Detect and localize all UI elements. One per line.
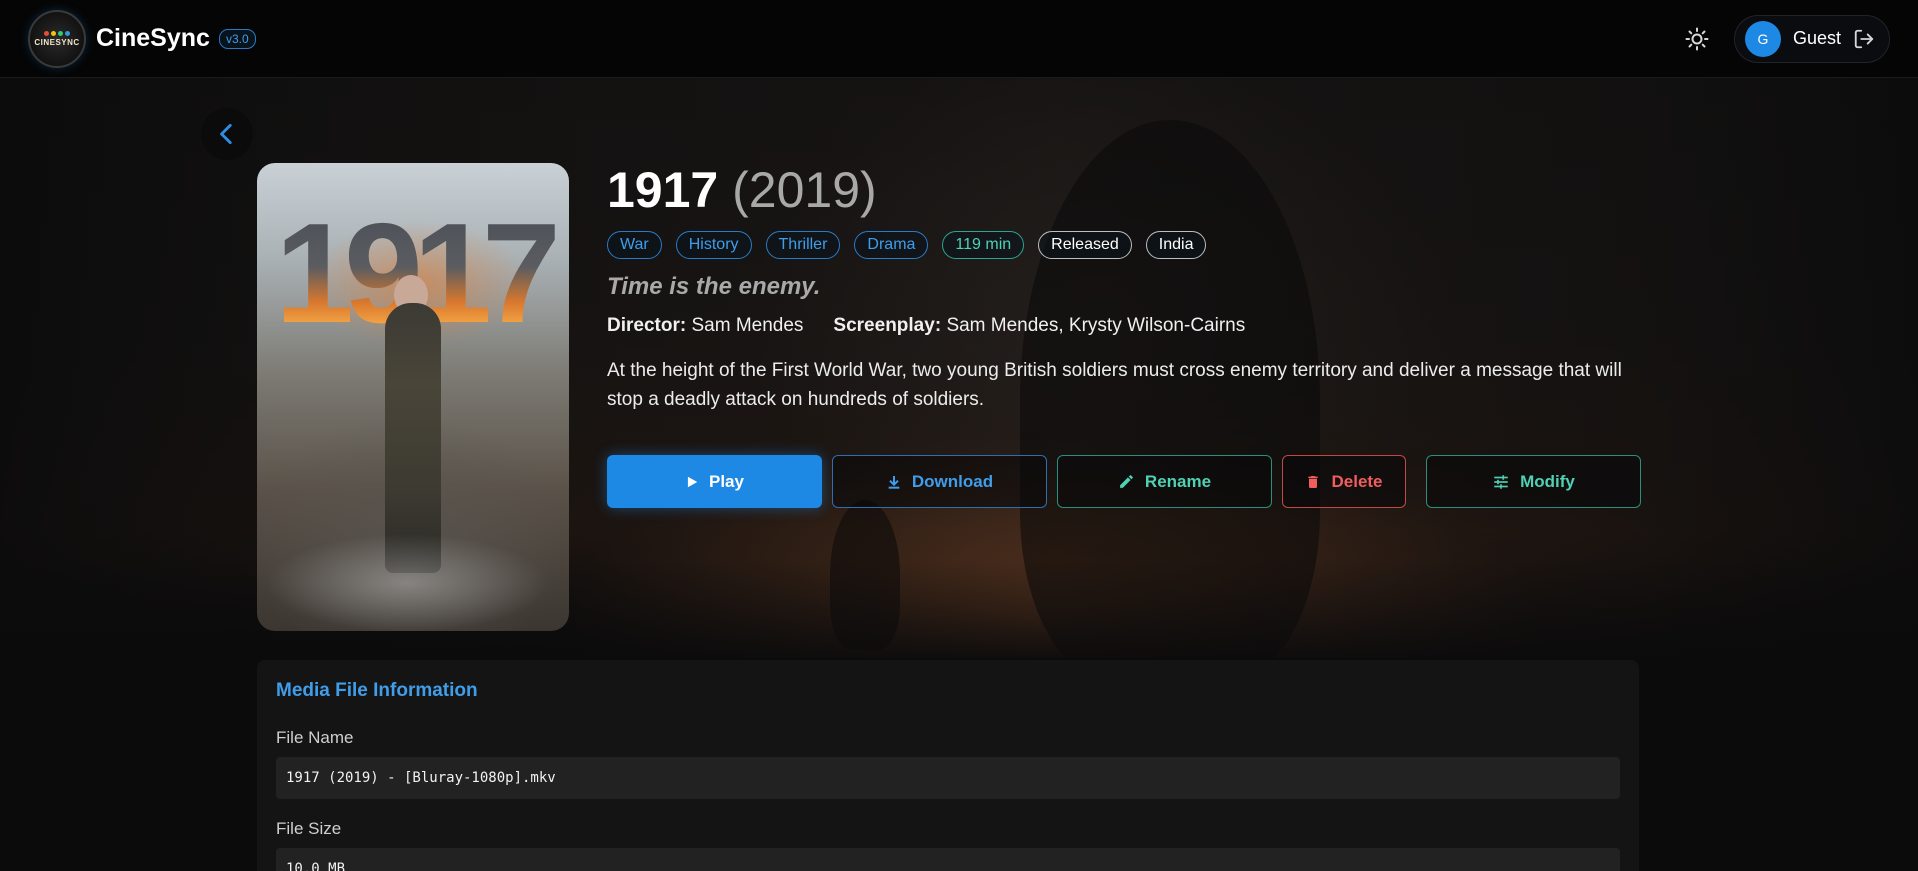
sun-icon (1685, 27, 1709, 50)
media-info-title: Media File Information (276, 680, 478, 701)
movie-tagline: Time is the enemy. (607, 273, 821, 300)
media-file-info-card: Media File Information File Name 1917 (2… (257, 660, 1639, 871)
pencil-icon (1120, 475, 1133, 488)
download-label: Download (911, 471, 994, 491)
genre-tag-history: History (675, 231, 752, 259)
screenplay-label: Screenplay: (833, 315, 942, 336)
user-menu[interactable]: G Guest (1733, 14, 1890, 63)
director-credit: Director: Sam Mendes (607, 315, 803, 337)
runtime-tag: 119 min (942, 231, 1025, 259)
file-name-label: File Name (276, 728, 354, 747)
action-buttons: Play Download Rename Delete Modify (607, 455, 1642, 508)
delete-button[interactable]: Delete (1282, 455, 1406, 508)
logo-text: CINESYNC (34, 37, 80, 47)
modify-label: Modify (1520, 471, 1575, 491)
genre-tag-thriller: Thriller (765, 231, 841, 259)
director-label: Director: (607, 315, 687, 336)
avatar: G (1744, 20, 1781, 57)
movie-poster: 1917 (257, 163, 569, 631)
tag-list: War History Thriller Drama 119 min Relea… (607, 231, 1642, 259)
download-icon (888, 475, 900, 489)
file-size-label: File Size (276, 819, 342, 838)
logo-dots (44, 30, 70, 36)
movie-title: 1917 (2019) (607, 160, 1642, 220)
genre-tag-drama: Drama (854, 231, 929, 259)
country-tag: India (1145, 231, 1207, 259)
credits: Director: Sam Mendes Screenplay: Sam Men… (607, 315, 1642, 337)
chevron-left-icon (220, 123, 232, 145)
delete-label: Delete (1331, 471, 1383, 491)
director-name: Sam Mendes (691, 315, 804, 336)
play-button[interactable]: Play (607, 455, 822, 508)
genre-tag-war: War (607, 231, 662, 259)
theme-toggle-button[interactable] (1682, 24, 1712, 54)
file-size-value[interactable]: 10.0 MB (276, 848, 1620, 871)
trash-icon (1308, 475, 1319, 488)
download-button[interactable]: Download (832, 455, 1047, 508)
movie-info: 1917 (2019) War History Thriller Drama 1… (607, 160, 1642, 508)
screenplay-credit: Screenplay: Sam Mendes, Krysty Wilson-Ca… (833, 315, 1245, 337)
movie-title-text: 1917 (607, 162, 719, 218)
rename-label: Rename (1144, 471, 1212, 491)
version-badge: v3.0 (218, 28, 256, 49)
top-header: CINESYNC CineSync v3.0 G Guest (0, 0, 1918, 78)
rename-button[interactable]: Rename (1057, 455, 1272, 508)
back-button[interactable] (201, 108, 253, 160)
logout-icon[interactable] (1853, 28, 1875, 50)
status-tag: Released (1038, 231, 1132, 259)
movie-overview: At the height of the First World War, tw… (607, 360, 1622, 410)
play-icon (687, 476, 698, 487)
movie-year: (2019) (732, 162, 877, 218)
modify-button[interactable]: Modify (1426, 455, 1641, 508)
brand-name[interactable]: CineSync (96, 24, 210, 53)
cinesync-logo[interactable]: CINESYNC (28, 9, 86, 68)
play-label: Play (709, 471, 744, 491)
file-name-value[interactable]: 1917 (2019) - [Bluray-1080p].mkv (276, 757, 1620, 799)
user-name: Guest (1792, 28, 1841, 48)
sliders-icon (1494, 474, 1508, 489)
screenplay-names: Sam Mendes, Krysty Wilson-Cairns (946, 315, 1246, 336)
header-right: G Guest (1682, 14, 1890, 63)
poster-smoke (257, 493, 569, 631)
